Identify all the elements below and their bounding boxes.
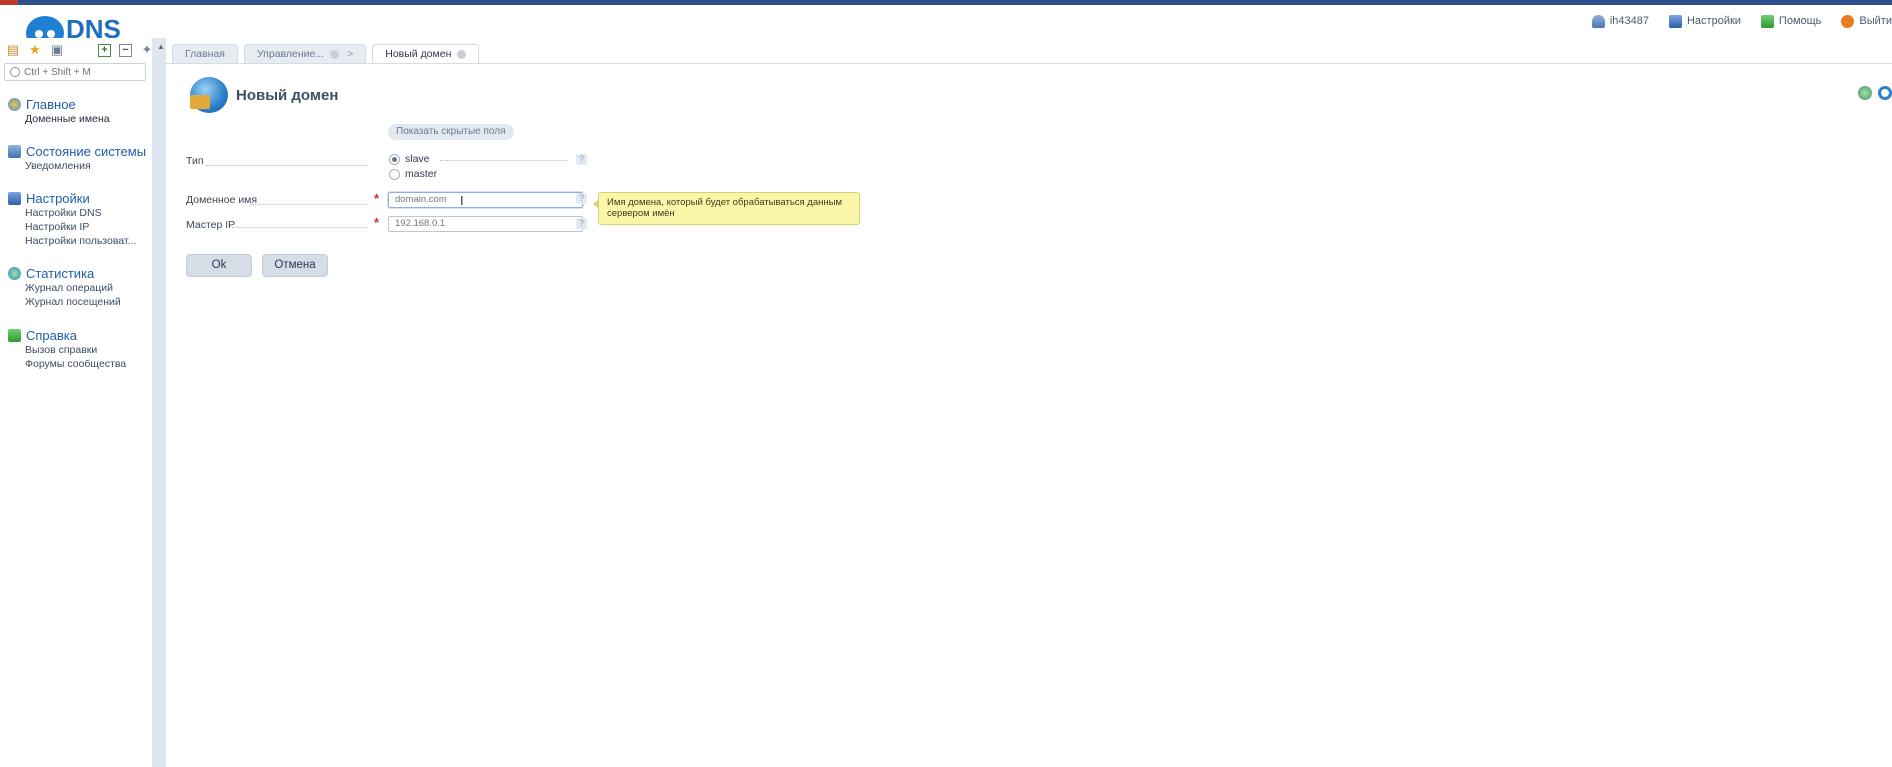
sidebar-toolbar: ▤ ★ ▣ + − ✦: [6, 42, 154, 58]
settings-label: Настройки: [1686, 15, 1741, 27]
sidebar-item-ip-settings[interactable]: Настройки IP: [25, 220, 136, 234]
refresh-globe-icon[interactable]: [1858, 86, 1872, 100]
sidebar-search-input[interactable]: [24, 66, 139, 78]
sidebar-group-status: Состояние системы Уведомления: [8, 143, 146, 173]
help-link[interactable]: Помощь: [1760, 14, 1822, 28]
tab-label: Главная: [185, 48, 225, 60]
window-corner: [0, 0, 18, 5]
globe-icon: [8, 97, 21, 111]
sidebar-head-stats[interactable]: Статистика: [8, 265, 121, 281]
sidebar-head-label: Справка: [26, 327, 77, 343]
search-icon: [10, 67, 20, 77]
new-domain-globe-icon: [190, 77, 228, 113]
sidebar-item-notifications[interactable]: Уведомления: [25, 159, 146, 173]
collapse-sidebar-icon[interactable]: ▲: [157, 42, 165, 51]
domain-tooltip: Имя домена, который будет обрабатываться…: [593, 192, 860, 225]
sidebar-head-label: Настройки: [26, 190, 90, 206]
tab-management[interactable]: Управление... >: [243, 44, 367, 63]
user-icon: [1591, 14, 1605, 28]
required-marker: *: [374, 215, 380, 230]
sidebar-item-operations-log[interactable]: Журнал операций: [25, 281, 121, 295]
sidebar-item-dns-settings[interactable]: Настройки DNS: [25, 206, 136, 220]
type-help-icon[interactable]: ?: [576, 154, 587, 165]
help-book-icon: [1760, 14, 1774, 28]
sidebar-item-community-forums[interactable]: Форумы сообщества: [25, 357, 126, 371]
user-name: ih43487: [1609, 15, 1649, 27]
sidebar-item-user-settings[interactable]: Настройки пользоват...: [25, 234, 136, 248]
settings-link[interactable]: Настройки: [1668, 14, 1741, 28]
help-label: Помощь: [1778, 15, 1822, 27]
master-radio[interactable]: [389, 168, 400, 180]
collapse-all-icon[interactable]: −: [119, 43, 132, 57]
domain-help-icon[interactable]: ?: [576, 193, 587, 204]
domain-name-label: Доменное имя: [186, 194, 258, 206]
master-ip-label: Мастер IP: [186, 219, 236, 231]
slave-dots: [440, 160, 568, 161]
cancel-button[interactable]: Отмена: [262, 254, 328, 277]
tab-bar: Главная Управление... > Новый домен: [172, 44, 485, 63]
sidebar-item-visits-log[interactable]: Журнал посещений: [25, 295, 121, 309]
page-actions: [1858, 86, 1892, 100]
master-label: master: [405, 168, 438, 180]
sidebar-item-call-help[interactable]: Вызов справки: [25, 343, 126, 357]
tab-label: Управление...: [256, 48, 325, 60]
reload-icon[interactable]: [1878, 86, 1892, 100]
close-tab-icon[interactable]: [330, 49, 340, 59]
user-account-link[interactable]: ih43487: [1591, 14, 1649, 28]
help-book-icon: [8, 328, 21, 342]
exit-link[interactable]: Выйти: [1841, 14, 1892, 28]
chevron-right-icon: >: [347, 48, 354, 60]
sidebar-group-main: Главное Доменные имена: [8, 96, 110, 126]
window-top-strip: [0, 0, 1892, 5]
tab-label: Новый домен: [385, 48, 452, 60]
sidebar-item-domains[interactable]: Доменные имена: [25, 112, 110, 126]
show-hidden-fields-button[interactable]: Показать скрытые поля: [388, 124, 514, 140]
sidebar-head-main[interactable]: Главное: [8, 96, 110, 112]
sidebar-head-settings[interactable]: Настройки: [8, 190, 136, 206]
ok-button[interactable]: Ok: [186, 254, 252, 277]
master-ip-dots: [232, 227, 368, 228]
sidebar-head-help[interactable]: Справка: [8, 327, 126, 343]
domain-dots: [250, 204, 368, 205]
sidebar-group-help: Справка Вызов справки Форумы сообщества: [8, 327, 126, 371]
settings-icon: [1668, 14, 1682, 28]
required-marker: *: [374, 191, 380, 206]
text-cursor-icon: I: [460, 193, 464, 208]
close-tab-icon[interactable]: [457, 49, 467, 59]
sidebar-head-label: Состояние системы: [26, 143, 147, 159]
tree-icon[interactable]: ▤: [6, 43, 20, 57]
tabs-underline: [166, 63, 1892, 64]
sidebar-head-label: Главное: [26, 96, 76, 112]
sidebar-group-settings: Настройки Настройки DNS Настройки IP Нас…: [8, 190, 136, 248]
briefcase-icon[interactable]: ▣: [50, 43, 64, 57]
power-icon: [1841, 14, 1855, 28]
sidebar-group-stats: Статистика Журнал операций Журнал посеще…: [8, 265, 121, 309]
sidebar: ▤ ★ ▣ + − ✦ Главное Доменные имена Состо…: [0, 38, 152, 767]
slave-label: slave: [405, 153, 430, 165]
exit-label: Выйти: [1859, 15, 1892, 27]
sidebar-head-status[interactable]: Состояние системы: [8, 143, 146, 159]
master-ip-input[interactable]: [388, 216, 583, 232]
tab-new-domain[interactable]: Новый домен: [372, 44, 480, 63]
sidebar-search[interactable]: [4, 63, 146, 81]
sidebar-head-label: Статистика: [26, 265, 95, 281]
expand-all-icon[interactable]: +: [98, 43, 111, 57]
master-ip-help-icon[interactable]: ?: [576, 218, 587, 229]
page-title: Новый домен: [236, 87, 339, 104]
type-option-master[interactable]: master: [389, 168, 437, 180]
star-icon[interactable]: ★: [28, 43, 42, 57]
user-bar: ih43487 Настройки Помощь Выйти: [1591, 13, 1892, 29]
domain-name-input[interactable]: [388, 192, 583, 208]
type-dots: [206, 165, 368, 166]
tab-home[interactable]: Главная: [172, 44, 238, 63]
type-option-slave[interactable]: slave: [389, 153, 430, 165]
slave-radio[interactable]: [389, 153, 400, 165]
stats-globe-icon: [8, 266, 21, 280]
type-label: Тип: [186, 155, 204, 167]
settings-icon: [8, 191, 21, 205]
sidebar-splitter[interactable]: [152, 38, 166, 767]
monitor-icon: [8, 144, 21, 158]
